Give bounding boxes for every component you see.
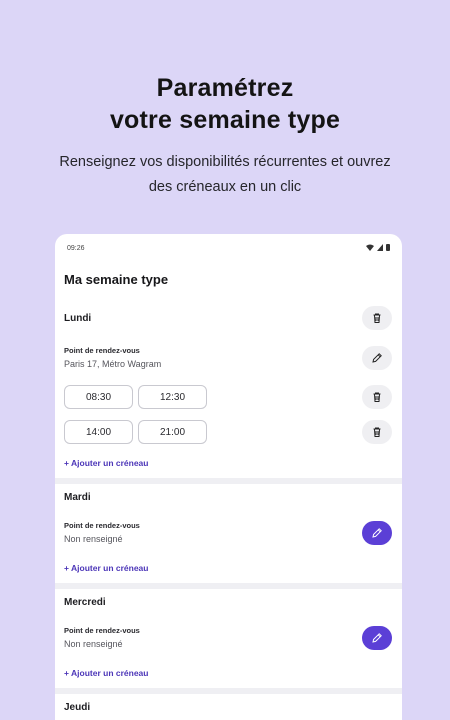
status-bar: 09:26	[55, 234, 402, 264]
edit-meeting-point-button[interactable]	[362, 521, 392, 545]
add-slot-link[interactable]: + Ajouter un créneau	[64, 668, 148, 678]
screen-title: Ma semaine type	[64, 272, 169, 287]
meeting-point-value: Paris 17, Métro Wagram	[64, 359, 162, 369]
headline-line-1: Paramétrez	[156, 74, 294, 102]
headline: Paramétrez votre semaine type	[0, 72, 450, 136]
signal-icon	[377, 244, 383, 251]
meeting-point-label: Point de rendez-vous	[64, 626, 140, 635]
subheadline-line-1: Renseignez vos disponibilités récurrente…	[59, 154, 391, 170]
status-time: 09:26	[67, 245, 85, 252]
status-icons	[366, 244, 390, 251]
meeting-point-value: Non renseigné	[64, 639, 123, 649]
meeting-point-label: Point de rendez-vous	[64, 521, 140, 530]
headline-line-2: votre semaine type	[109, 106, 341, 134]
delete-slot-button[interactable]	[362, 385, 392, 409]
day-label-mercredi: Mercredi	[64, 597, 106, 608]
day-label-lundi: Lundi	[64, 313, 92, 324]
pencil-icon	[372, 353, 382, 363]
meeting-point-label: Point de rendez-vous	[64, 346, 140, 355]
trash-icon	[373, 427, 381, 437]
trash-icon	[373, 392, 381, 402]
slot-end-time[interactable]: 12:30	[138, 385, 207, 409]
slot-end-time[interactable]: 21:00	[138, 420, 207, 444]
subheadline: Renseignez vos disponibilités récurrente…	[20, 150, 430, 200]
pencil-icon	[372, 633, 382, 643]
meeting-point-value: Non renseigné	[64, 534, 123, 544]
slot-start-time[interactable]: 08:30	[64, 385, 133, 409]
day-label-jeudi: Jeudi	[64, 702, 91, 713]
day-label-mardi: Mardi	[64, 492, 91, 503]
battery-icon	[386, 244, 390, 251]
edit-meeting-point-button[interactable]	[362, 626, 392, 650]
add-slot-link[interactable]: + Ajouter un créneau	[64, 458, 148, 468]
slot-start-time[interactable]: 14:00	[64, 420, 133, 444]
trash-icon	[373, 313, 381, 323]
delete-slot-button[interactable]	[362, 420, 392, 444]
subheadline-line-2: des créneaux en un clic	[148, 179, 302, 195]
wifi-icon	[366, 244, 374, 251]
section-divider	[55, 583, 402, 589]
pencil-icon	[372, 528, 382, 538]
phone-screen: 09:26 Ma semaine type Lundi Point de ren…	[55, 234, 402, 720]
section-divider	[55, 478, 402, 484]
delete-day-button[interactable]	[362, 306, 392, 330]
add-slot-link[interactable]: + Ajouter un créneau	[64, 563, 148, 573]
section-divider	[55, 688, 402, 694]
edit-meeting-point-button[interactable]	[362, 346, 392, 370]
